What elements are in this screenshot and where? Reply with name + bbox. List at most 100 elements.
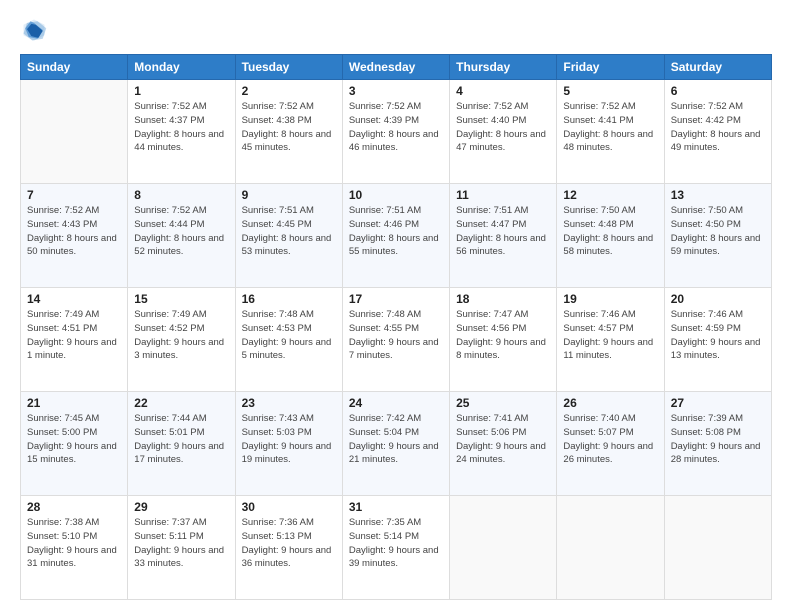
calendar-day-cell: 29 Sunrise: 7:37 AMSunset: 5:11 PMDayligh… (128, 496, 235, 600)
calendar-day-cell: 30 Sunrise: 7:36 AMSunset: 5:13 PMDayligh… (235, 496, 342, 600)
header (20, 16, 772, 44)
day-number: 23 (242, 396, 336, 410)
day-number: 7 (27, 188, 121, 202)
day-info: Sunrise: 7:48 AMSunset: 4:53 PMDaylight:… (242, 308, 336, 363)
day-number: 4 (456, 84, 550, 98)
calendar-day-cell (557, 496, 664, 600)
calendar-day-cell: 18 Sunrise: 7:47 AMSunset: 4:56 PMDayligh… (450, 288, 557, 392)
calendar-day-cell: 20 Sunrise: 7:46 AMSunset: 4:59 PMDayligh… (664, 288, 771, 392)
day-info: Sunrise: 7:40 AMSunset: 5:07 PMDaylight:… (563, 412, 657, 467)
day-number: 19 (563, 292, 657, 306)
day-number: 20 (671, 292, 765, 306)
day-info: Sunrise: 7:35 AMSunset: 5:14 PMDaylight:… (349, 516, 443, 571)
calendar-day-cell: 7 Sunrise: 7:52 AMSunset: 4:43 PMDaylight… (21, 184, 128, 288)
calendar-header-cell: Sunday (21, 55, 128, 80)
day-number: 3 (349, 84, 443, 98)
calendar-day-cell: 1 Sunrise: 7:52 AMSunset: 4:37 PMDaylight… (128, 80, 235, 184)
calendar-week-row: 21Sunrise: 7:45 AMSunset: 5:00 PMDayligh… (21, 392, 772, 496)
day-info: Sunrise: 7:51 AMSunset: 4:45 PMDaylight:… (242, 204, 336, 259)
day-info: Sunrise: 7:52 AMSunset: 4:37 PMDaylight:… (134, 100, 228, 155)
day-info: Sunrise: 7:36 AMSunset: 5:13 PMDaylight:… (242, 516, 336, 571)
calendar-day-cell: 14Sunrise: 7:49 AMSunset: 4:51 PMDayligh… (21, 288, 128, 392)
calendar-day-cell (664, 496, 771, 600)
calendar-day-cell: 11 Sunrise: 7:51 AMSunset: 4:47 PMDayligh… (450, 184, 557, 288)
calendar-day-cell: 6 Sunrise: 7:52 AMSunset: 4:42 PMDaylight… (664, 80, 771, 184)
calendar-day-cell: 23 Sunrise: 7:43 AMSunset: 5:03 PMDayligh… (235, 392, 342, 496)
day-info: Sunrise: 7:52 AMSunset: 4:43 PMDaylight:… (27, 204, 121, 259)
calendar-day-cell: 16 Sunrise: 7:48 AMSunset: 4:53 PMDayligh… (235, 288, 342, 392)
calendar-header-cell: Wednesday (342, 55, 449, 80)
day-info: Sunrise: 7:49 AMSunset: 4:52 PMDaylight:… (134, 308, 228, 363)
day-info: Sunrise: 7:46 AMSunset: 4:57 PMDaylight:… (563, 308, 657, 363)
day-info: Sunrise: 7:46 AMSunset: 4:59 PMDaylight:… (671, 308, 765, 363)
calendar-header-cell: Tuesday (235, 55, 342, 80)
day-number: 16 (242, 292, 336, 306)
calendar-day-cell: 5 Sunrise: 7:52 AMSunset: 4:41 PMDaylight… (557, 80, 664, 184)
calendar-header-cell: Saturday (664, 55, 771, 80)
day-number: 13 (671, 188, 765, 202)
calendar-day-cell: 27Sunrise: 7:39 AMSunset: 5:08 PMDayligh… (664, 392, 771, 496)
day-number: 5 (563, 84, 657, 98)
calendar-day-cell: 13 Sunrise: 7:50 AMSunset: 4:50 PMDayligh… (664, 184, 771, 288)
calendar-day-cell: 10 Sunrise: 7:51 AMSunset: 4:46 PMDayligh… (342, 184, 449, 288)
page: SundayMondayTuesdayWednesdayThursdayFrid… (0, 0, 792, 612)
day-number: 29 (134, 500, 228, 514)
day-number: 10 (349, 188, 443, 202)
day-number: 8 (134, 188, 228, 202)
logo-icon (20, 16, 48, 44)
day-info: Sunrise: 7:52 AMSunset: 4:38 PMDaylight:… (242, 100, 336, 155)
calendar-week-row: 7 Sunrise: 7:52 AMSunset: 4:43 PMDaylight… (21, 184, 772, 288)
day-number: 15 (134, 292, 228, 306)
calendar-day-cell (450, 496, 557, 600)
calendar-header-row: SundayMondayTuesdayWednesdayThursdayFrid… (21, 55, 772, 80)
calendar-day-cell (21, 80, 128, 184)
day-number: 25 (456, 396, 550, 410)
day-info: Sunrise: 7:43 AMSunset: 5:03 PMDaylight:… (242, 412, 336, 467)
calendar-day-cell: 17Sunrise: 7:48 AMSunset: 4:55 PMDayligh… (342, 288, 449, 392)
logo (20, 16, 52, 44)
calendar-day-cell: 21Sunrise: 7:45 AMSunset: 5:00 PMDayligh… (21, 392, 128, 496)
calendar-day-cell: 3Sunrise: 7:52 AMSunset: 4:39 PMDaylight… (342, 80, 449, 184)
day-number: 6 (671, 84, 765, 98)
calendar-day-cell: 24Sunrise: 7:42 AMSunset: 5:04 PMDayligh… (342, 392, 449, 496)
calendar-day-cell: 8Sunrise: 7:52 AMSunset: 4:44 PMDaylight… (128, 184, 235, 288)
day-number: 18 (456, 292, 550, 306)
day-number: 11 (456, 188, 550, 202)
day-info: Sunrise: 7:47 AMSunset: 4:56 PMDaylight:… (456, 308, 550, 363)
day-number: 24 (349, 396, 443, 410)
day-info: Sunrise: 7:37 AMSunset: 5:11 PMDaylight:… (134, 516, 228, 571)
calendar-day-cell: 2 Sunrise: 7:52 AMSunset: 4:38 PMDaylight… (235, 80, 342, 184)
day-number: 22 (134, 396, 228, 410)
day-info: Sunrise: 7:52 AMSunset: 4:40 PMDaylight:… (456, 100, 550, 155)
day-number: 21 (27, 396, 121, 410)
day-info: Sunrise: 7:50 AMSunset: 4:50 PMDaylight:… (671, 204, 765, 259)
calendar-day-cell: 4 Sunrise: 7:52 AMSunset: 4:40 PMDaylight… (450, 80, 557, 184)
calendar-header-cell: Friday (557, 55, 664, 80)
day-number: 9 (242, 188, 336, 202)
calendar-week-row: 14Sunrise: 7:49 AMSunset: 4:51 PMDayligh… (21, 288, 772, 392)
day-number: 12 (563, 188, 657, 202)
day-info: Sunrise: 7:52 AMSunset: 4:41 PMDaylight:… (563, 100, 657, 155)
day-info: Sunrise: 7:52 AMSunset: 4:42 PMDaylight:… (671, 100, 765, 155)
calendar-day-cell: 15 Sunrise: 7:49 AMSunset: 4:52 PMDayligh… (128, 288, 235, 392)
day-number: 2 (242, 84, 336, 98)
day-info: Sunrise: 7:51 AMSunset: 4:47 PMDaylight:… (456, 204, 550, 259)
day-number: 1 (134, 84, 228, 98)
day-number: 30 (242, 500, 336, 514)
day-info: Sunrise: 7:39 AMSunset: 5:08 PMDaylight:… (671, 412, 765, 467)
day-info: Sunrise: 7:49 AMSunset: 4:51 PMDaylight:… (27, 308, 121, 363)
calendar-day-cell: 31 Sunrise: 7:35 AMSunset: 5:14 PMDayligh… (342, 496, 449, 600)
day-info: Sunrise: 7:38 AMSunset: 5:10 PMDaylight:… (27, 516, 121, 571)
calendar-body: 1 Sunrise: 7:52 AMSunset: 4:37 PMDaylight… (21, 80, 772, 600)
calendar-week-row: 1 Sunrise: 7:52 AMSunset: 4:37 PMDaylight… (21, 80, 772, 184)
calendar-day-cell: 22 Sunrise: 7:44 AMSunset: 5:01 PMDayligh… (128, 392, 235, 496)
day-info: Sunrise: 7:51 AMSunset: 4:46 PMDaylight:… (349, 204, 443, 259)
calendar-header-cell: Thursday (450, 55, 557, 80)
day-number: 31 (349, 500, 443, 514)
calendar-day-cell: 25Sunrise: 7:41 AMSunset: 5:06 PMDayligh… (450, 392, 557, 496)
calendar-day-cell: 28Sunrise: 7:38 AMSunset: 5:10 PMDayligh… (21, 496, 128, 600)
calendar-day-cell: 19 Sunrise: 7:46 AMSunset: 4:57 PMDayligh… (557, 288, 664, 392)
day-info: Sunrise: 7:44 AMSunset: 5:01 PMDaylight:… (134, 412, 228, 467)
day-info: Sunrise: 7:48 AMSunset: 4:55 PMDaylight:… (349, 308, 443, 363)
calendar-day-cell: 26Sunrise: 7:40 AMSunset: 5:07 PMDayligh… (557, 392, 664, 496)
